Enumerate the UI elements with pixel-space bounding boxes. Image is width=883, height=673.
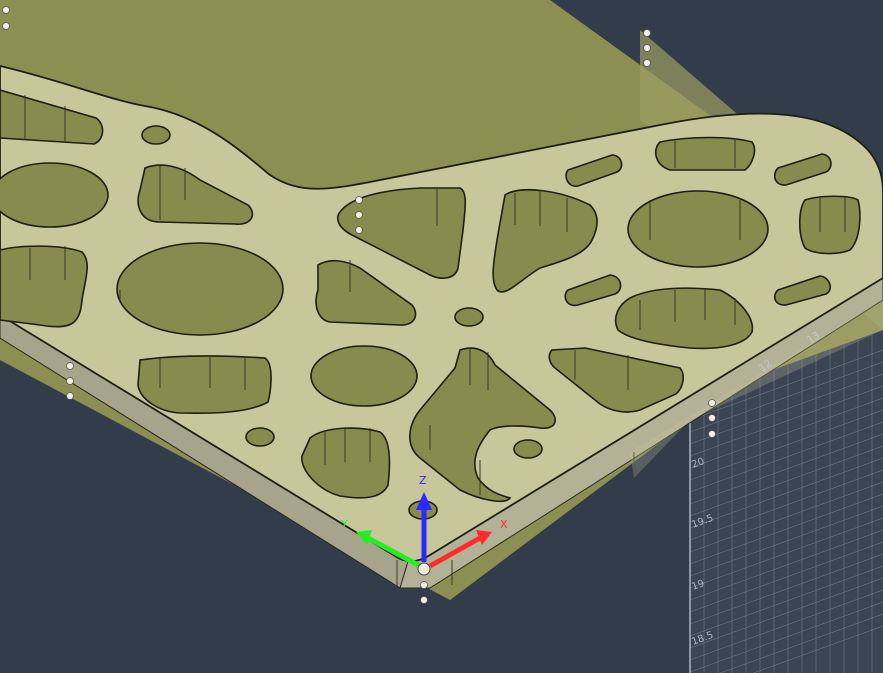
origin-point — [417, 562, 431, 576]
pocket-2 — [0, 162, 109, 228]
hole-small-4 — [245, 427, 275, 447]
pocket-20 — [614, 287, 754, 350]
pocket-16 — [654, 136, 756, 171]
pocket-19 — [798, 195, 861, 255]
z-axis-label: Z — [419, 474, 427, 487]
scene-canvas[interactable]: 20 19.5 19 18.5 12 13 X Y Z — [0, 0, 883, 673]
pocket-17 — [627, 190, 769, 268]
hole-small-2 — [454, 307, 484, 327]
x-axis-label: X — [500, 518, 508, 531]
y-axis-label: Y — [340, 518, 348, 531]
pocket-10 — [310, 345, 418, 407]
pocket-4 — [0, 245, 88, 328]
3d-viewport[interactable]: 20 19.5 19 18.5 12 13 X Y Z — [0, 0, 883, 673]
hole-small-3 — [513, 439, 543, 459]
pocket-9 — [137, 355, 272, 415]
pocket-5 — [116, 242, 284, 336]
hole-small-1 — [141, 125, 171, 145]
